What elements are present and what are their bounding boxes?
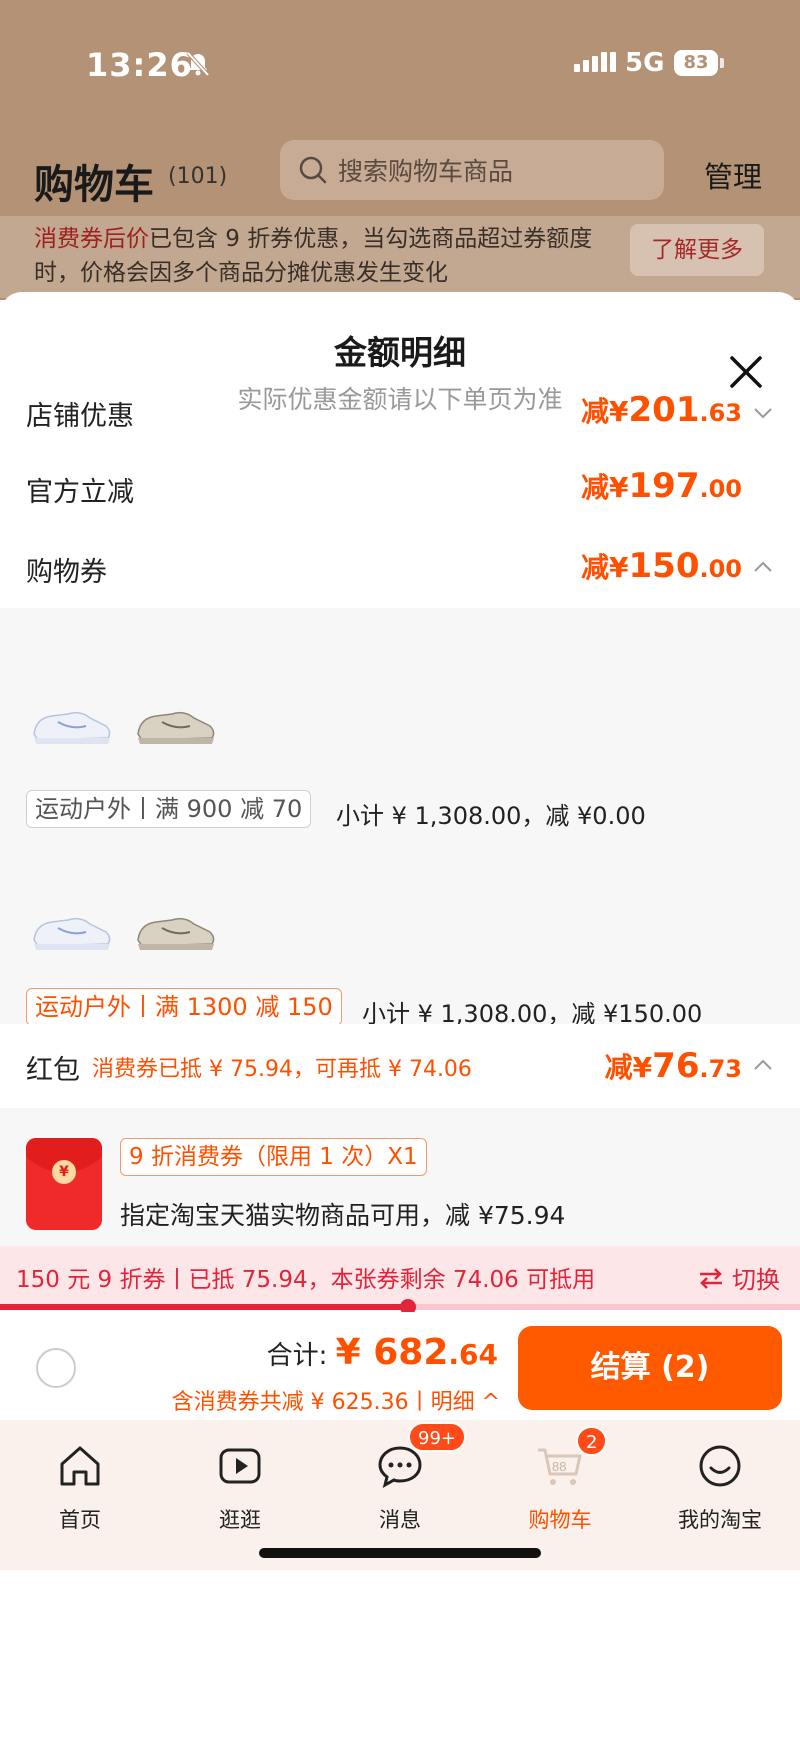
row-label: 官方立减 bbox=[26, 477, 134, 508]
chevron-down-icon bbox=[754, 408, 772, 419]
red-packet-detail-panel: ¥ 9 折消费券（限用 1 次）X1 指定淘宝天猫实物商品可用，减 ¥75.94 bbox=[0, 1108, 800, 1246]
status-time: 13:26 bbox=[86, 46, 193, 84]
battery-indicator: 83 bbox=[674, 50, 724, 76]
sheet-title: 金额明细 bbox=[334, 333, 466, 372]
red-packet-row[interactable]: 红包 消费券已抵 ¥ 75.94，可再抵 ¥ 74.06 减¥76.73 bbox=[0, 1024, 800, 1114]
shopping-voucher-row[interactable]: 购物券 减¥150.00 bbox=[0, 532, 800, 612]
discount-detail-link[interactable]: 含消费券共减 ¥ 625.36丨明细 ^ bbox=[172, 1384, 500, 1416]
red-envelope-icon: ¥ bbox=[26, 1138, 102, 1230]
tab-my-taobao[interactable]: 我的淘宝 bbox=[640, 1420, 800, 1540]
search-icon bbox=[299, 156, 327, 184]
progress-text: 150 元 9 折券丨已抵 75.94，本张券剩余 74.06 可抵用 bbox=[16, 1267, 596, 1293]
learn-more-button[interactable]: 了解更多 bbox=[630, 224, 764, 276]
voucher-progress-banner: 150 元 9 折券丨已抵 75.94，本张券剩余 74.06 可抵用 切换 bbox=[0, 1246, 800, 1308]
voucher-progress-fill bbox=[0, 1304, 408, 1310]
select-all-checkbox[interactable] bbox=[36, 1348, 76, 1388]
total-amount: 合计: ¥ 682.64 bbox=[266, 1332, 498, 1373]
tab-label: 消息 bbox=[379, 1508, 421, 1532]
row-label: 红包 bbox=[26, 1055, 80, 1086]
coupon-tag-active: 运动户外丨满 1300 减 150 bbox=[26, 988, 342, 1026]
profile-smile-icon bbox=[699, 1445, 741, 1487]
voucher-progress-track bbox=[0, 1299, 800, 1315]
home-indicator bbox=[259, 1548, 541, 1558]
switch-button[interactable]: 切换 bbox=[698, 1260, 780, 1295]
mute-bell-icon bbox=[186, 51, 210, 77]
home-icon bbox=[60, 1446, 100, 1486]
voucher-tag: 9 折消费券（限用 1 次）X1 bbox=[120, 1138, 427, 1176]
product-thumbnail-white-shoe bbox=[33, 917, 111, 950]
row-amount: 减¥76.73 bbox=[604, 1046, 742, 1086]
coupon-tag: 运动户外丨满 900 减 70 bbox=[26, 790, 312, 828]
checkout-bar: 合计: ¥ 682.64 含消费券共减 ¥ 625.36丨明细 ^ 结算 (2) bbox=[0, 1312, 800, 1424]
svg-text:88: 88 bbox=[552, 1459, 566, 1474]
row-amount: 减¥150.00 bbox=[581, 546, 742, 586]
tab-label: 购物车 bbox=[528, 1508, 592, 1532]
tab-browse[interactable]: 逛逛 bbox=[160, 1420, 320, 1540]
signal-icon bbox=[574, 52, 616, 72]
tab-label: 我的淘宝 bbox=[678, 1508, 762, 1532]
voucher-notice-banner: 消费券后价已包含 9 折券优惠，当勾选商品超过券额度时，价格会因多个商品分摊优惠… bbox=[0, 216, 800, 298]
official-discount-row: 官方立减 减¥197.00 bbox=[0, 452, 800, 532]
store-discount-row[interactable]: 店铺优惠 减¥201.63 bbox=[0, 380, 800, 440]
product-thumbnail-beige-shoe bbox=[137, 711, 215, 744]
product-thumbnail-beige-shoe bbox=[137, 917, 215, 950]
page-title: 购物车 bbox=[34, 162, 154, 208]
message-badge: 99+ bbox=[408, 1422, 466, 1452]
red-packet-note: 消费券已抵 ¥ 75.94，可再抵 ¥ 74.06 bbox=[92, 1057, 472, 1082]
network-type: 5G bbox=[625, 48, 665, 78]
cart-badge: 2 bbox=[576, 1426, 608, 1456]
row-amount: 减¥197.00 bbox=[581, 466, 742, 506]
coin-symbol: ¥ bbox=[52, 1160, 76, 1184]
cart-count: (101) bbox=[168, 164, 228, 189]
product-thumbnail-white-shoe bbox=[33, 711, 111, 744]
chevron-up-icon[interactable] bbox=[752, 1054, 774, 1076]
app-root: 13:26 5G 83 购物车 (101) 搜索购物车商品 管理 消费券后价已包… bbox=[0, 0, 800, 1739]
cart-icon: 88 bbox=[538, 1448, 582, 1485]
notice-text: 消费券后价已包含 9 折券优惠，当勾选商品超过券额度时，价格会因多个商品分摊优惠… bbox=[34, 222, 604, 290]
status-bar: 13:26 5G 83 bbox=[0, 0, 800, 130]
manage-button[interactable]: 管理 bbox=[704, 154, 762, 196]
bottom-tab-bar: 首页 逛逛 99+ 消息 88 2 购物车 我的淘宝 bbox=[0, 1420, 800, 1570]
row-label: 购物券 bbox=[26, 557, 107, 588]
search-placeholder: 搜索购物车商品 bbox=[338, 157, 514, 186]
voucher-description: 指定淘宝天猫实物商品可用，减 ¥75.94 bbox=[120, 1201, 566, 1230]
tab-label: 逛逛 bbox=[219, 1508, 261, 1532]
coupon-subtotal: 小计 ¥ 1,308.00，减 ¥0.00 bbox=[336, 802, 646, 830]
checkout-button[interactable]: 结算 (2) bbox=[518, 1326, 782, 1410]
row-amount: 减¥201.63 bbox=[581, 390, 742, 430]
chevron-up-icon[interactable] bbox=[752, 556, 774, 578]
cart-header: 购物车 (101) 搜索购物车商品 管理 bbox=[0, 140, 800, 220]
voucher-breakdown-panel: 运动户外丨满 900 减 70 小计 ¥ 1,308.00，减 ¥0.00 运动… bbox=[0, 608, 800, 1028]
amount-detail-sheet: 金额明细 实际优惠金额请以下单页为准 店铺优惠 减¥201.63 官方立减 减¥… bbox=[0, 292, 800, 1739]
tab-messages[interactable]: 99+ 消息 bbox=[320, 1420, 480, 1540]
tab-home[interactable]: 首页 bbox=[0, 1420, 160, 1540]
video-play-icon bbox=[219, 1448, 261, 1484]
row-label: 店铺优惠 bbox=[26, 401, 134, 432]
switch-label: 切换 bbox=[732, 1266, 780, 1294]
cart-search-input[interactable]: 搜索购物车商品 bbox=[280, 140, 664, 200]
tab-cart[interactable]: 88 2 购物车 bbox=[480, 1420, 640, 1540]
switch-arrows-icon bbox=[700, 1267, 722, 1289]
tab-label: 首页 bbox=[59, 1508, 101, 1532]
notice-highlight: 消费券后价 bbox=[34, 226, 149, 252]
